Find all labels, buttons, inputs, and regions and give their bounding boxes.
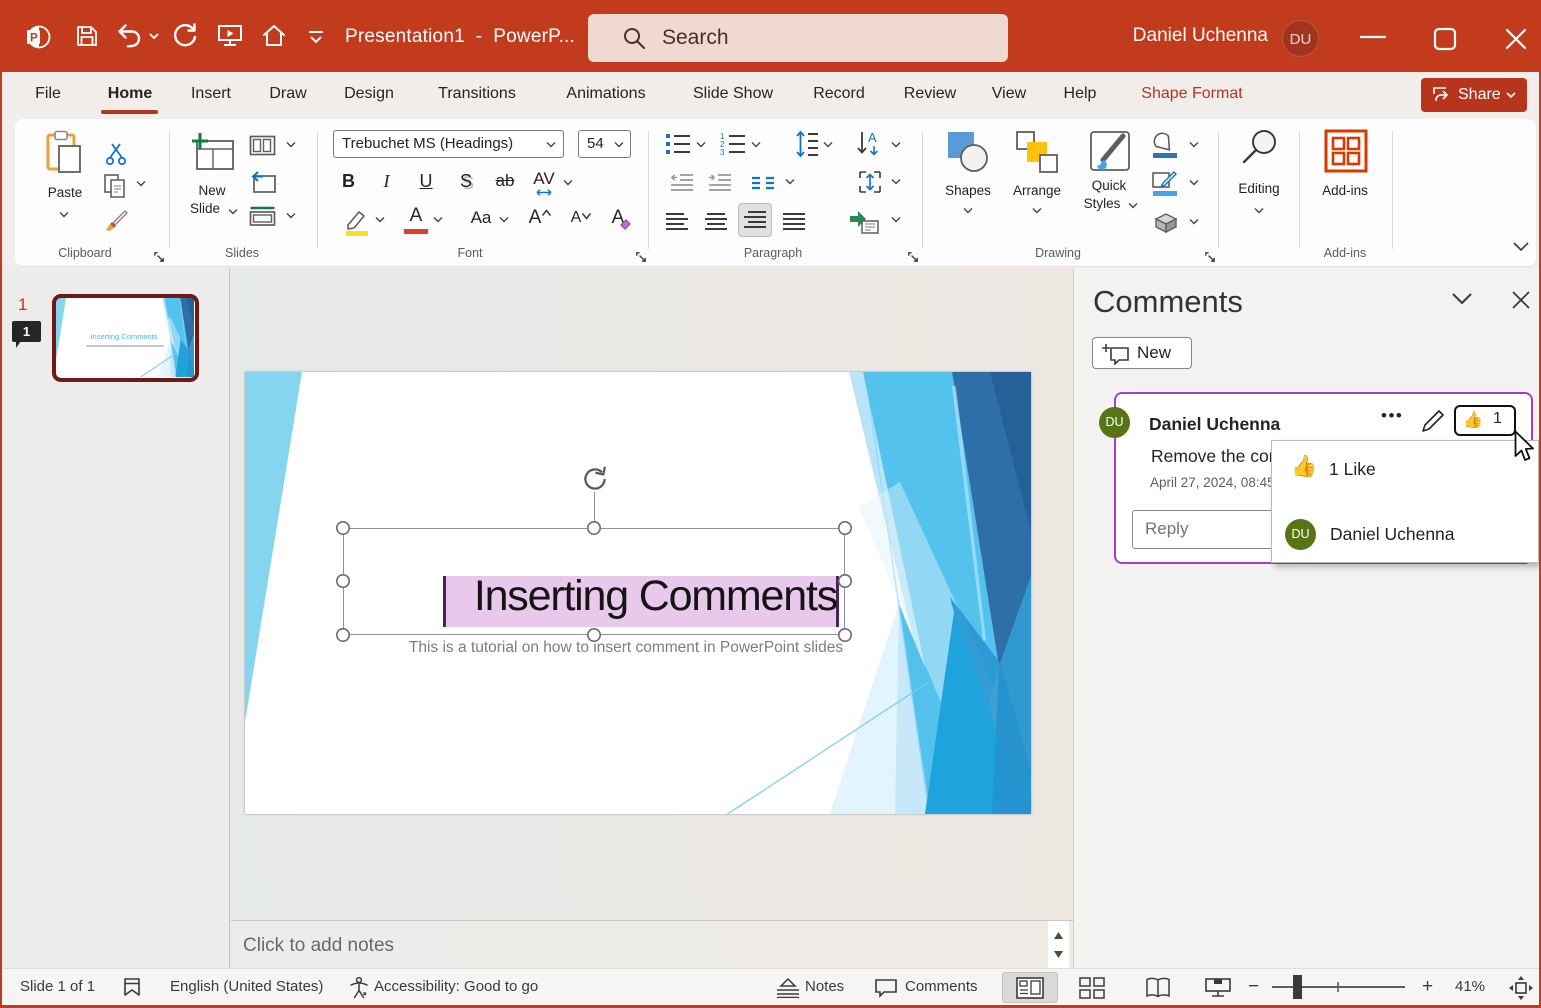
svg-text:3: 3 [720,148,725,156]
svg-text:A: A [868,130,877,145]
svg-text:P: P [30,33,38,45]
